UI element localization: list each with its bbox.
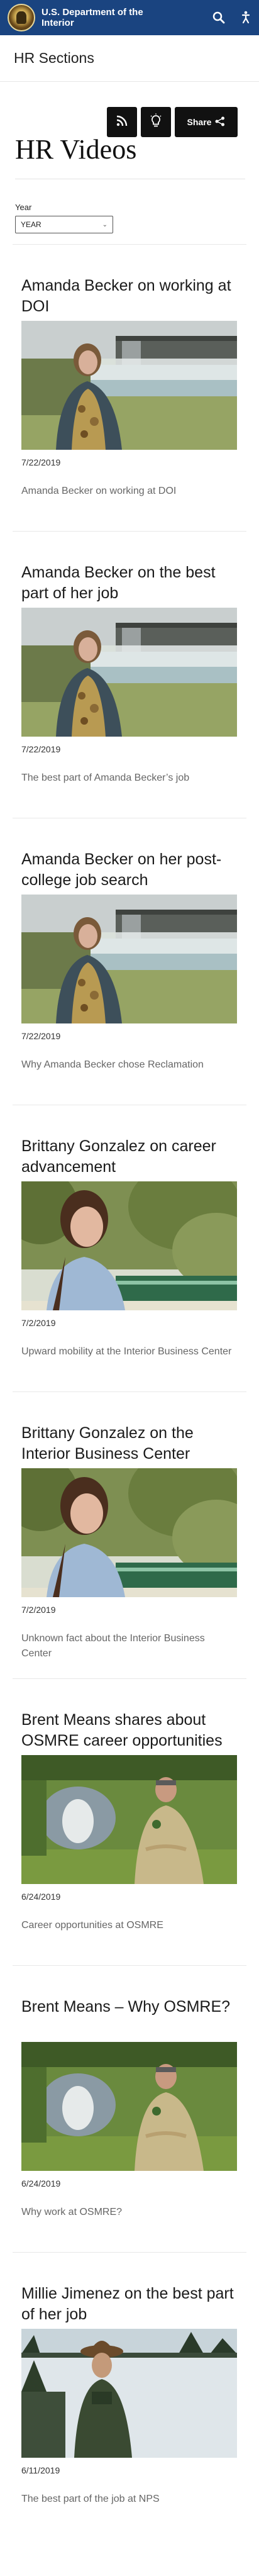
- video-description: The best part of Amanda Becker’s job: [21, 772, 190, 783]
- year-filter: Year YEAR ⌄: [15, 203, 113, 233]
- video-description: The best part of the job at NPS: [21, 2494, 160, 2504]
- video-date: 6/11/2019: [21, 2465, 60, 2475]
- video-card: Amanda Becker on her post-college job se…: [0, 818, 259, 1105]
- video-date: 6/24/2019: [21, 2178, 61, 2188]
- video-date: 6/24/2019: [21, 1892, 61, 1902]
- video-card: Amanda Becker on the best part of her jo…: [0, 531, 259, 818]
- video-thumbnail[interactable]: [21, 1755, 237, 1884]
- year-filter-label: Year: [15, 203, 32, 212]
- search-icon[interactable]: [212, 11, 225, 24]
- video-card: Amanda Becker on working at DOI 7/22/2019…: [0, 244, 259, 531]
- year-select-value: YEAR: [21, 220, 41, 229]
- video-card: Brent Means – Why OSMRE? 6/24/2019 Why wor…: [0, 1965, 259, 2252]
- rss-button[interactable]: [107, 107, 137, 137]
- video-description: Why work at OSMRE?: [21, 2207, 123, 2217]
- accessibility-icon[interactable]: [239, 11, 253, 25]
- chevron-down-icon: ⌄: [102, 221, 107, 228]
- video-date: 7/2/2019: [21, 1605, 56, 1615]
- video-card: Millie Jimenez on the best part of her j…: [0, 2252, 259, 2539]
- page-title: HR Videos: [15, 134, 137, 165]
- video-title[interactable]: Millie Jimenez on the best part of her j…: [21, 2283, 238, 2325]
- share-label: Share: [187, 117, 212, 127]
- video-description: Amanda Becker on working at DOI: [21, 486, 177, 496]
- hr-sections-toggle[interactable]: HR Sections: [0, 35, 259, 82]
- video-title[interactable]: Brittany Gonzalez on career advancement: [21, 1136, 238, 1178]
- video-title[interactable]: Brent Means shares about OSMRE career op…: [21, 1710, 238, 1751]
- video-title[interactable]: Amanda Becker on working at DOI: [21, 276, 238, 317]
- share-icon: [215, 116, 225, 128]
- lightbulb-icon: [149, 113, 163, 131]
- video-date: 7/2/2019: [21, 1318, 56, 1328]
- video-card: Brittany Gonzalez on career advancement 7…: [0, 1105, 259, 1391]
- video-date: 7/22/2019: [21, 457, 61, 467]
- video-description: Unknown fact about the Interior Business…: [21, 1633, 205, 1659]
- year-select[interactable]: YEAR ⌄: [15, 216, 113, 233]
- video-list: Amanda Becker on working at DOI 7/22/2019…: [0, 244, 259, 2539]
- agency-name[interactable]: U.S. Department of the Interior: [41, 7, 161, 28]
- site-header: U.S. Department of the Interior: [0, 0, 259, 35]
- video-thumbnail[interactable]: [21, 2329, 237, 2458]
- share-button[interactable]: Share: [175, 107, 238, 137]
- video-date: 7/22/2019: [21, 1031, 61, 1041]
- video-thumbnail[interactable]: [21, 895, 237, 1023]
- video-date: 7/22/2019: [21, 744, 61, 754]
- video-card: Brent Means shares about OSMRE career op…: [0, 1678, 259, 1965]
- video-title[interactable]: Brent Means – Why OSMRE?: [21, 1997, 238, 2038]
- video-thumbnail[interactable]: [21, 2042, 237, 2171]
- video-description: Career opportunities at OSMRE: [21, 1920, 163, 1931]
- video-description: Upward mobility at the Interior Business…: [21, 1346, 232, 1357]
- video-thumbnail[interactable]: [21, 1468, 237, 1597]
- video-description: Why Amanda Becker chose Reclamation: [21, 1059, 204, 1070]
- video-title[interactable]: Amanda Becker on her post-college job se…: [21, 849, 238, 891]
- video-thumbnail[interactable]: [21, 321, 237, 450]
- rss-icon: [116, 114, 128, 130]
- video-card: Brittany Gonzalez on the Interior Busine…: [0, 1391, 259, 1678]
- lightbulb-button[interactable]: [141, 107, 171, 137]
- video-thumbnail[interactable]: [21, 608, 237, 737]
- video-title[interactable]: Brittany Gonzalez on the Interior Busine…: [21, 1423, 238, 1464]
- video-title[interactable]: Amanda Becker on the best part of her jo…: [21, 562, 238, 604]
- video-thumbnail[interactable]: [21, 1181, 237, 1310]
- doi-seal-logo[interactable]: [8, 4, 35, 31]
- share-bar: Share: [107, 107, 238, 137]
